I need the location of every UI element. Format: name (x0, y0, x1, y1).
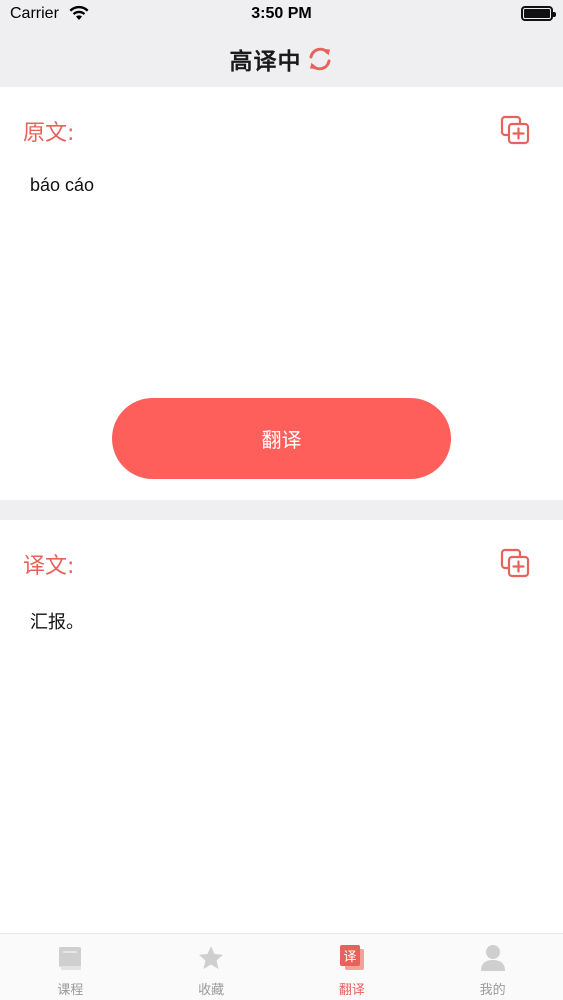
page-title: 高译中 (229, 49, 302, 75)
tab-label: 我的 (479, 983, 506, 998)
tab-bar: 课程 收藏 译 翻译 我的 (0, 933, 563, 1000)
book-icon (59, 947, 82, 970)
translate-icon: 译 (339, 945, 364, 970)
target-card: 译文: 汇报。 (0, 520, 563, 933)
copy-add-icon[interactable] (500, 548, 530, 578)
tab-translate[interactable]: 译 翻译 (282, 934, 423, 1000)
person-icon (480, 945, 505, 971)
source-card: 原文: báo cáo 翻译 (0, 87, 563, 500)
source-label: 原文: (23, 121, 75, 146)
copy-add-icon[interactable] (500, 115, 530, 145)
svg-text:译: 译 (343, 950, 356, 965)
source-text-input[interactable]: báo cáo (30, 175, 94, 196)
star-icon (199, 946, 224, 969)
battery-icon (521, 6, 556, 21)
tab-favorites[interactable]: 收藏 (141, 934, 282, 1000)
translate-button[interactable]: 翻译 (112, 398, 451, 479)
tab-label: 翻译 (338, 983, 365, 998)
tab-label: 课程 (57, 983, 84, 998)
refresh-icon[interactable] (306, 45, 334, 73)
target-text: 汇报。 (30, 612, 84, 632)
tab-label: 收藏 (198, 983, 225, 998)
status-bar: Carrier 3:50 PM (0, 0, 563, 30)
tab-courses[interactable]: 课程 (0, 934, 141, 1000)
tab-profile[interactable]: 我的 (422, 934, 563, 1000)
navigation-bar: 高译中 (0, 30, 563, 87)
status-time: 3:50 PM (251, 5, 312, 22)
target-label: 译文: (23, 554, 75, 579)
